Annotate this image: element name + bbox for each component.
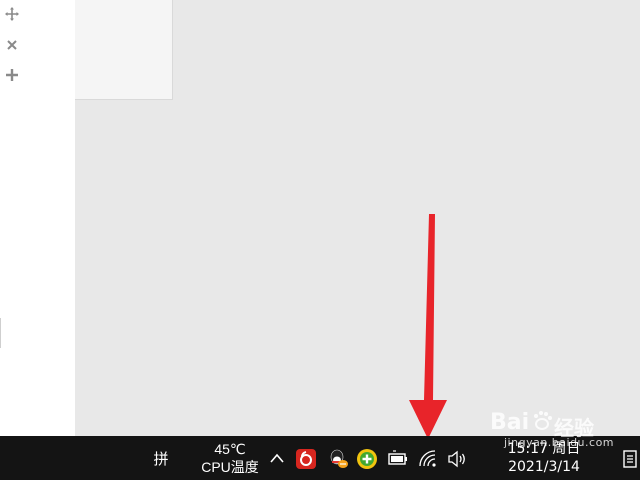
taskbar: 拼 45℃ CPU温度 15:17 周日 2021/3/14 xyxy=(0,436,640,480)
cpu-temperature-widget[interactable]: 45℃ CPU温度 xyxy=(196,439,264,477)
green-plus-app-icon[interactable] xyxy=(356,448,378,470)
wifi-icon[interactable] xyxy=(417,448,439,470)
system-clock[interactable]: 15:17 周日 2021/3/14 xyxy=(494,439,594,477)
move-icon[interactable] xyxy=(3,5,21,23)
chevron-up-icon[interactable] xyxy=(268,450,286,466)
qq-icon[interactable] xyxy=(327,448,349,470)
panel-divider xyxy=(0,318,1,348)
notification-center-icon[interactable] xyxy=(620,448,640,470)
add-icon[interactable] xyxy=(3,66,21,84)
clock-date: 2021/3/14 xyxy=(508,459,580,475)
cpu-temp-value: 45℃ xyxy=(214,441,246,457)
thumbnail-card[interactable] xyxy=(75,0,173,100)
clock-time: 15:17 周日 xyxy=(507,441,581,457)
netease-music-icon[interactable] xyxy=(295,448,317,470)
cpu-temp-label: CPU温度 xyxy=(201,459,259,475)
close-icon[interactable] xyxy=(3,36,21,54)
battery-icon[interactable] xyxy=(387,448,409,470)
left-toolbar-panel xyxy=(0,0,75,436)
volume-icon[interactable] xyxy=(446,448,468,470)
ime-indicator[interactable]: 拼 xyxy=(150,448,172,468)
